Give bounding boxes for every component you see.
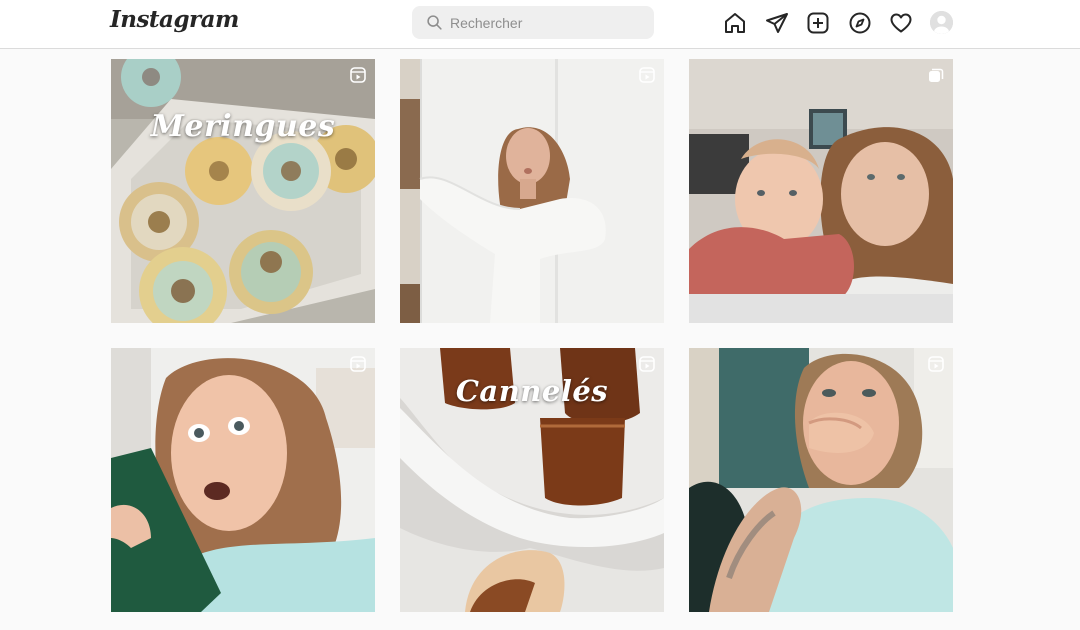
reels-icon (350, 67, 366, 83)
post-tile[interactable] (111, 348, 375, 612)
explore-icon (849, 12, 871, 34)
heart-icon (890, 13, 912, 33)
direct-messages-button[interactable] (764, 10, 790, 36)
post-tile[interactable] (689, 59, 953, 323)
post-overlay-title: Cannelés (455, 374, 609, 408)
new-post-button[interactable] (805, 10, 831, 36)
post-tile[interactable]: Meringues (111, 59, 375, 323)
reels-icon (350, 356, 366, 372)
post-image (111, 348, 375, 612)
post-tile[interactable] (689, 348, 953, 612)
direct-icon (766, 13, 788, 33)
explore-button[interactable] (847, 10, 873, 36)
carousel-icon (929, 68, 944, 82)
post-overlay-title: Meringues (150, 109, 336, 144)
profile-avatar[interactable] (930, 11, 953, 34)
reels-icon (928, 356, 944, 372)
search-box[interactable] (412, 6, 654, 39)
post-image (689, 348, 953, 612)
post-tile[interactable] (400, 59, 664, 323)
instagram-logo[interactable]: Instagram (110, 6, 239, 33)
activity-button[interactable] (888, 10, 914, 36)
reels-icon (639, 356, 655, 372)
home-button[interactable] (722, 10, 748, 36)
post-image (400, 59, 664, 323)
search-input[interactable] (450, 6, 646, 39)
top-navigation-bar: Instagram (0, 0, 1080, 49)
reels-icon (639, 67, 655, 83)
search-icon (427, 15, 442, 30)
new-post-icon (807, 12, 829, 34)
home-icon (725, 13, 745, 33)
user-icon (930, 11, 953, 34)
post-image (111, 59, 375, 323)
post-tile[interactable]: Cannelés (400, 348, 664, 612)
post-image (689, 59, 953, 323)
